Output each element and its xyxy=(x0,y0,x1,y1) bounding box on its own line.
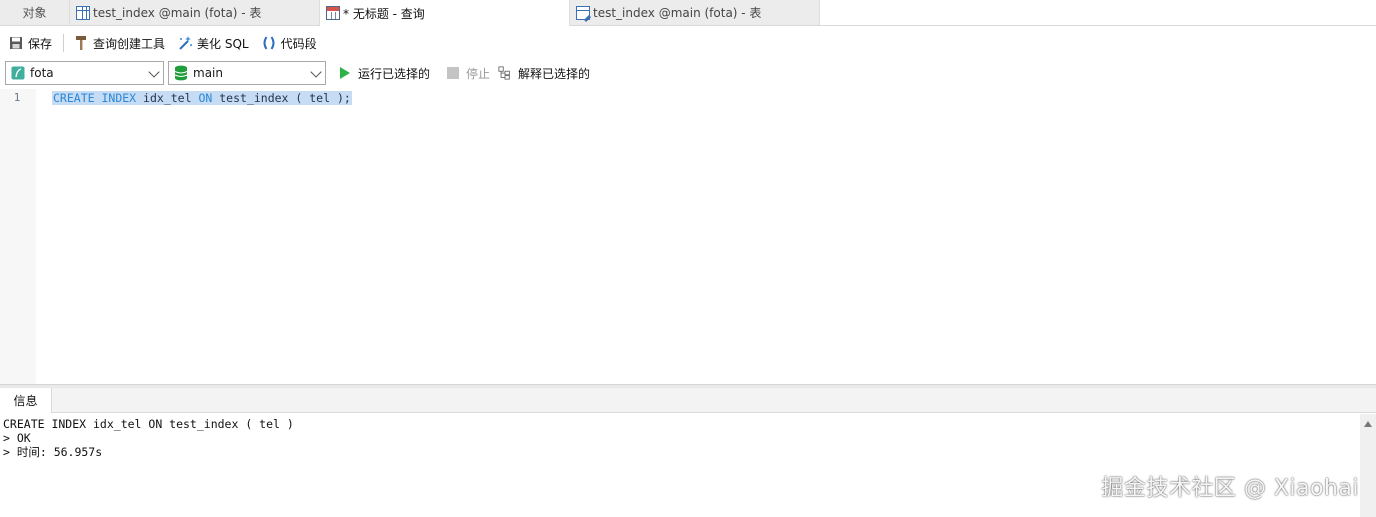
result-tab-bar: 信息 xyxy=(0,388,1376,413)
keyword-on: ON xyxy=(198,91,213,105)
beautify-sql-button[interactable]: 美化 SQL xyxy=(174,32,252,54)
parentheses-icon xyxy=(261,35,277,51)
info-line: > OK xyxy=(3,431,31,445)
sql-editor[interactable]: 1 CREATE INDEX idx_tel ON test_index ( t… xyxy=(0,89,1376,384)
hammer-icon xyxy=(73,35,89,51)
play-icon xyxy=(338,66,352,80)
connection-selector-row: fota main 运行已选择的 停止 解释已选择的 xyxy=(0,60,1376,86)
selected-text: CREATE INDEX idx_tel ON test_index ( tel… xyxy=(52,91,352,105)
database-value: main xyxy=(193,66,223,80)
tab-bar: 对象 test_index @main (fota) - 表 * 无标题 - 查… xyxy=(0,0,1376,26)
info-line: > 时间: 56.957s xyxy=(3,445,103,459)
stop-button[interactable]: 停止 xyxy=(446,62,490,84)
connection-select[interactable]: fota xyxy=(5,61,164,85)
table-icon xyxy=(76,5,90,20)
tab-label: * 无标题 - 查询 xyxy=(343,6,425,21)
run-selected-label: 运行已选择的 xyxy=(358,66,431,81)
stop-icon xyxy=(446,66,460,80)
code-line-1[interactable]: CREATE INDEX idx_tel ON test_index ( tel… xyxy=(52,90,352,106)
explain-selected-button[interactable]: 解释已选择的 xyxy=(498,62,590,84)
query-toolbar: 保存 查询创建工具 美化 SQL 代码段 xyxy=(0,29,1376,57)
line-number: 1 xyxy=(13,91,21,104)
scroll-up-arrow-icon[interactable] xyxy=(1364,421,1372,427)
tab-label: test_index @main (fota) - 表 xyxy=(93,6,262,20)
chevron-down-icon xyxy=(148,66,160,78)
explain-selected-label: 解释已选择的 xyxy=(518,66,591,81)
keyword-index: INDEX xyxy=(101,91,137,105)
toolbar-divider xyxy=(63,34,65,52)
tab-test-index-table-2[interactable]: test_index @main (fota) - 表 xyxy=(570,0,820,25)
query-icon xyxy=(326,6,340,20)
connection-value: fota xyxy=(30,66,54,80)
tab-objects-label: 对象 xyxy=(22,6,47,20)
tab-bar-empty-area xyxy=(820,0,1376,25)
query-builder-label: 查询创建工具 xyxy=(93,36,166,51)
tab-objects[interactable]: 对象 xyxy=(0,0,70,25)
chevron-down-icon xyxy=(310,66,322,78)
info-vertical-scrollbar[interactable] xyxy=(1360,414,1376,517)
stop-label: 停止 xyxy=(466,66,491,81)
code-snippet-button[interactable]: 代码段 xyxy=(258,32,320,54)
info-tab-label: 信息 xyxy=(13,394,38,408)
magic-wand-icon xyxy=(177,35,193,51)
watermark: 掘金技术社区 @ Xiaohai xyxy=(1101,476,1359,501)
index-name: idx_tel xyxy=(143,91,192,105)
save-icon xyxy=(8,35,24,51)
info-line: CREATE INDEX idx_tel ON test_index ( tel… xyxy=(3,417,294,431)
table-design-icon xyxy=(576,5,590,20)
line-number-gutter: 1 xyxy=(0,89,36,384)
code-rest: test_index ( tel ); xyxy=(219,91,351,105)
run-selected-button[interactable]: 运行已选择的 xyxy=(338,62,430,84)
keyword-create: CREATE xyxy=(53,91,95,105)
beautify-sql-label: 美化 SQL xyxy=(197,36,249,51)
explain-plan-icon xyxy=(498,66,512,80)
database-icon xyxy=(173,65,189,81)
save-label: 保存 xyxy=(28,36,53,51)
tab-untitled-query[interactable]: * 无标题 - 查询 xyxy=(320,0,570,26)
sqlite-connection-icon xyxy=(10,65,26,81)
query-builder-button[interactable]: 查询创建工具 xyxy=(70,32,168,54)
database-select[interactable]: main xyxy=(168,61,326,85)
tab-label: test_index @main (fota) - 表 xyxy=(593,6,762,20)
code-snippet-label: 代码段 xyxy=(280,36,317,51)
tab-test-index-table-1[interactable]: test_index @main (fota) - 表 xyxy=(70,0,320,25)
tab-info[interactable]: 信息 xyxy=(0,388,52,413)
save-button[interactable]: 保存 xyxy=(5,32,55,54)
